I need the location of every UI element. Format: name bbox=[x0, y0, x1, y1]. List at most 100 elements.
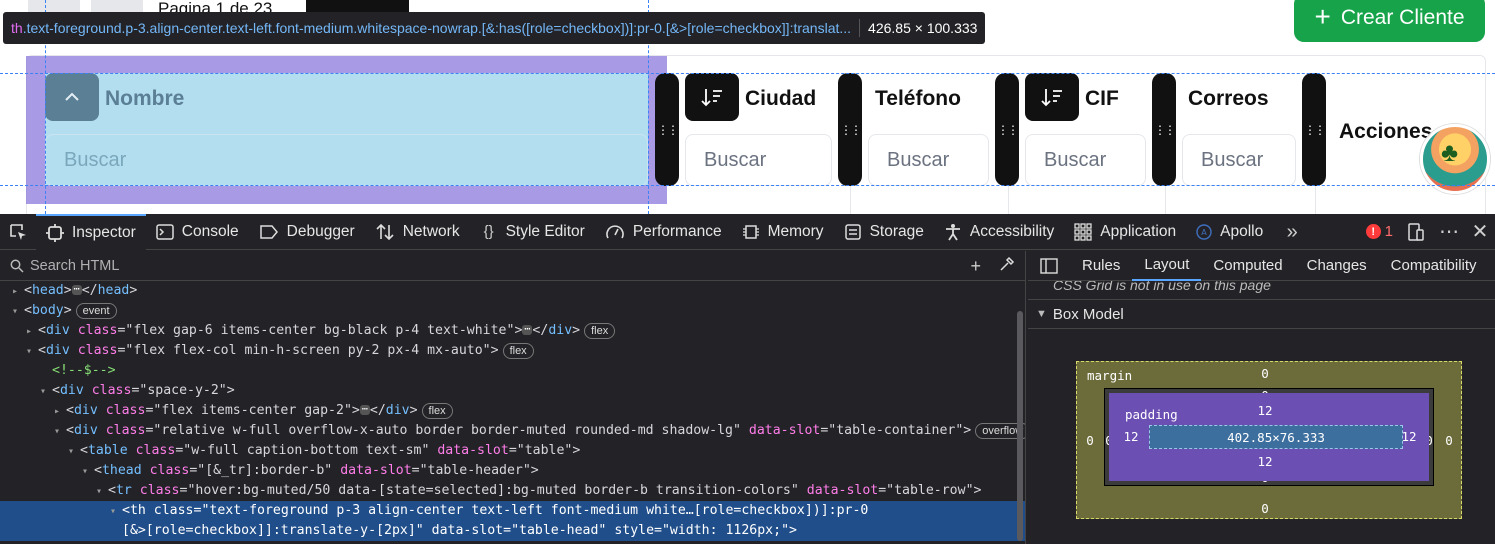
collapse-arrow-icon[interactable]: ▾ bbox=[96, 482, 108, 502]
node-badge[interactable]: flex bbox=[421, 403, 453, 419]
html-tree-node[interactable]: ▸ <div class="flex gap-6 items-center bg-… bbox=[0, 321, 1025, 341]
column-header-cif: CIF bbox=[1085, 87, 1119, 110]
margin-right[interactable]: 0 bbox=[1439, 433, 1459, 448]
html-token: div bbox=[45, 323, 70, 338]
html-token: < bbox=[66, 423, 74, 438]
tab-computed[interactable]: Computed bbox=[1201, 251, 1294, 281]
add-node-icon[interactable]: + bbox=[970, 256, 981, 277]
html-token: < bbox=[94, 463, 102, 478]
close-icon[interactable]: ✕ bbox=[1471, 222, 1489, 242]
html-token: </ bbox=[532, 323, 549, 338]
tab-performance[interactable]: Performance bbox=[595, 214, 732, 250]
box-model-header[interactable]: ▼ Box Model bbox=[1028, 299, 1495, 329]
tab-memory[interactable]: Memory bbox=[732, 214, 834, 250]
more-options-icon[interactable]: ⋯ bbox=[1439, 222, 1459, 242]
collapse-arrow-icon[interactable]: ▾ bbox=[82, 462, 94, 482]
tab-apollo[interactable]: A Apollo bbox=[1186, 214, 1273, 250]
tab-performance-label: Performance bbox=[632, 222, 722, 240]
tab-layout[interactable]: Layout bbox=[1132, 251, 1202, 281]
html-token: head bbox=[97, 283, 130, 298]
html-token bbox=[128, 443, 136, 458]
more-tabs-button[interactable]: » bbox=[1273, 214, 1311, 250]
padding-top[interactable]: 12 bbox=[1255, 403, 1275, 418]
error-count-badge[interactable]: ! 1 bbox=[1365, 223, 1393, 240]
search-ciudad-input[interactable]: Buscar bbox=[685, 134, 832, 186]
tab-storage[interactable]: Storage bbox=[834, 214, 934, 250]
tab-accessibility[interactable]: Accessibility bbox=[934, 214, 1064, 250]
html-tree-node[interactable]: [&>[role=checkbox]]:translate-y-[2px]" d… bbox=[0, 521, 1025, 541]
collapsed-content-icon[interactable]: ⋯ bbox=[359, 405, 370, 415]
expand-arrow-icon[interactable]: ▸ bbox=[26, 322, 38, 342]
search-telefono-input[interactable]: Buscar bbox=[868, 134, 989, 186]
inspector-guide-line bbox=[0, 185, 1495, 186]
tab-style-editor[interactable]: {} Style Editor bbox=[470, 214, 595, 250]
search-cif-input[interactable]: Buscar bbox=[1025, 134, 1146, 186]
tab-inspector[interactable]: Inspector bbox=[36, 213, 146, 250]
column-header-acciones: Acciones bbox=[1339, 120, 1433, 143]
column-resize-handle[interactable]: ⋮⋮ bbox=[838, 73, 862, 186]
avatar[interactable]: ♣ bbox=[1420, 124, 1490, 194]
eyedropper-icon[interactable] bbox=[999, 256, 1015, 272]
collapsed-content-icon[interactable]: ⋯ bbox=[522, 325, 533, 335]
node-badge[interactable]: event bbox=[75, 303, 117, 319]
box-model-content[interactable]: 402.85×76.333 bbox=[1149, 425, 1403, 449]
html-token: class bbox=[139, 483, 180, 498]
margin-top[interactable]: 0 bbox=[1255, 366, 1275, 381]
column-resize-handle[interactable]: ⋮⋮ bbox=[655, 73, 679, 186]
html-tree-node[interactable]: ▸ <div class="flex items-center gap-2"> ⋯ <… bbox=[0, 401, 1025, 421]
search-correos-input[interactable]: Buscar bbox=[1182, 134, 1296, 186]
html-tree-node[interactable]: ▾ <div class="space-y-2"> bbox=[0, 381, 1025, 401]
column-resize-handle[interactable]: ⋮⋮ bbox=[1302, 73, 1326, 186]
padding-left[interactable]: 12 bbox=[1121, 429, 1141, 444]
html-token bbox=[146, 503, 154, 518]
tab-changes[interactable]: Changes bbox=[1295, 251, 1379, 281]
html-token: text-foreground p-3 align-center text-le… bbox=[209, 503, 869, 518]
html-tree-node[interactable]: ▾ <thead class="[&_tr]:border-b" data-slo… bbox=[0, 461, 1025, 481]
search-html-bar[interactable]: Search HTML + bbox=[0, 251, 1025, 281]
collapse-arrow-icon[interactable]: ▾ bbox=[40, 382, 52, 402]
html-tree-node[interactable]: ▾ <th class="text-foreground p-3 align-ce… bbox=[0, 501, 1025, 521]
margin-bottom[interactable]: 0 bbox=[1255, 501, 1275, 516]
html-tree-node[interactable]: ▾ <div class="relative w-full overflow-x-… bbox=[0, 421, 1025, 441]
html-token: "> bbox=[955, 423, 972, 438]
expand-arrow-icon[interactable]: ▸ bbox=[12, 282, 24, 302]
search-nombre-input[interactable]: Buscar bbox=[45, 134, 648, 186]
responsive-design-icon[interactable] bbox=[1407, 222, 1425, 242]
search-html-input[interactable]: Search HTML bbox=[30, 258, 119, 274]
column-resize-handle[interactable]: ⋮⋮ bbox=[995, 73, 1019, 186]
tab-rules[interactable]: Rules bbox=[1070, 251, 1132, 281]
sidebar-toggle[interactable] bbox=[1028, 251, 1070, 281]
html-tree-node[interactable]: ▾ <div class="flex flex-col min-h-screen … bbox=[0, 341, 1025, 361]
html-tree-node[interactable]: ▾ <table class="w-full caption-bottom tex… bbox=[0, 441, 1025, 461]
collapse-arrow-icon[interactable]: ▾ bbox=[54, 422, 66, 442]
html-tree-node[interactable]: ▸ <head> ⋯ </head> bbox=[0, 281, 1025, 301]
collapsed-content-icon[interactable]: ⋯ bbox=[71, 285, 82, 295]
html-tree-node[interactable]: ▾ <body> event bbox=[0, 301, 1025, 321]
html-token: relative w-full overflow-x-auto border b… bbox=[161, 423, 733, 438]
create-client-button[interactable]: + Crear Cliente bbox=[1294, 0, 1485, 42]
tab-application[interactable]: Application bbox=[1064, 214, 1186, 250]
html-token: tr bbox=[115, 483, 132, 498]
html-tree-node[interactable]: <!--$--> bbox=[0, 361, 1025, 381]
collapse-arrow-icon[interactable]: ▾ bbox=[26, 342, 38, 362]
margin-left[interactable]: 0 bbox=[1080, 433, 1100, 448]
tab-compatibility[interactable]: Compatibility bbox=[1379, 251, 1489, 281]
html-token: class bbox=[77, 343, 118, 358]
padding-bottom[interactable]: 12 bbox=[1255, 454, 1275, 469]
collapse-arrow-icon[interactable]: ▾ bbox=[110, 502, 122, 522]
node-badge[interactable]: flex bbox=[502, 343, 534, 359]
collapse-arrow-icon[interactable]: ▾ bbox=[68, 442, 80, 462]
node-badge[interactable]: flex bbox=[584, 323, 616, 339]
sort-nombre-button[interactable] bbox=[45, 73, 99, 121]
collapse-arrow-icon[interactable]: ▾ bbox=[12, 302, 24, 322]
tab-debugger[interactable]: Debugger bbox=[249, 214, 365, 250]
sort-ciudad-button[interactable] bbox=[685, 73, 739, 121]
html-tree-node[interactable]: ▾ <tr class="hover:bg-muted/50 data-[stat… bbox=[0, 481, 1025, 501]
tab-console[interactable]: Console bbox=[146, 214, 249, 250]
expand-arrow-icon[interactable]: ▸ bbox=[54, 402, 66, 422]
element-picker-button[interactable] bbox=[0, 214, 36, 250]
sort-cif-button[interactable] bbox=[1025, 73, 1079, 121]
tab-network[interactable]: Network bbox=[365, 214, 470, 250]
column-resize-handle[interactable]: ⋮⋮ bbox=[1152, 73, 1176, 186]
scrollbar[interactable] bbox=[1017, 311, 1023, 541]
